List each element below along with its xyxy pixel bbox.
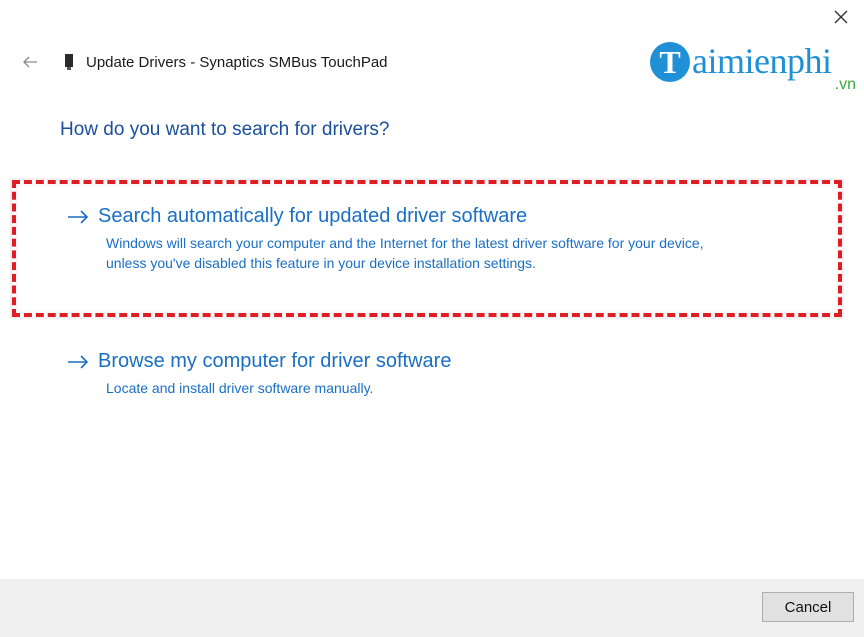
logo-mark: T: [650, 42, 690, 82]
back-arrow-icon: [23, 56, 37, 68]
option-title: Search automatically for updated driver …: [98, 205, 528, 227]
window-title: Update Drivers - Synaptics SMBus TouchPa…: [86, 53, 388, 71]
arrow-right-icon: [66, 352, 98, 372]
cancel-button[interactable]: Cancel: [762, 592, 854, 622]
search-automatically-option[interactable]: Search automatically for updated driver …: [66, 205, 746, 273]
logo-text: aimienphi: [692, 41, 832, 81]
close-button[interactable]: [824, 2, 858, 32]
browse-computer-option[interactable]: Browse my computer for driver software L…: [66, 350, 746, 398]
device-icon: [64, 53, 76, 71]
arrow-right-icon: [66, 207, 98, 227]
logo-suffix: .vn: [834, 76, 856, 93]
watermark-logo: T aimienphi .vn: [648, 38, 860, 96]
dialog-footer: Cancel: [0, 579, 864, 637]
close-icon: [834, 10, 848, 24]
option-description: Windows will search your computer and th…: [106, 235, 704, 271]
option-title: Browse my computer for driver software: [98, 350, 452, 372]
back-button[interactable]: [18, 50, 42, 74]
option-description: Locate and install driver software manua…: [106, 380, 374, 396]
page-heading: How do you want to search for drivers?: [60, 119, 390, 140]
title-bar: Update Drivers - Synaptics SMBus TouchPa…: [18, 48, 388, 76]
